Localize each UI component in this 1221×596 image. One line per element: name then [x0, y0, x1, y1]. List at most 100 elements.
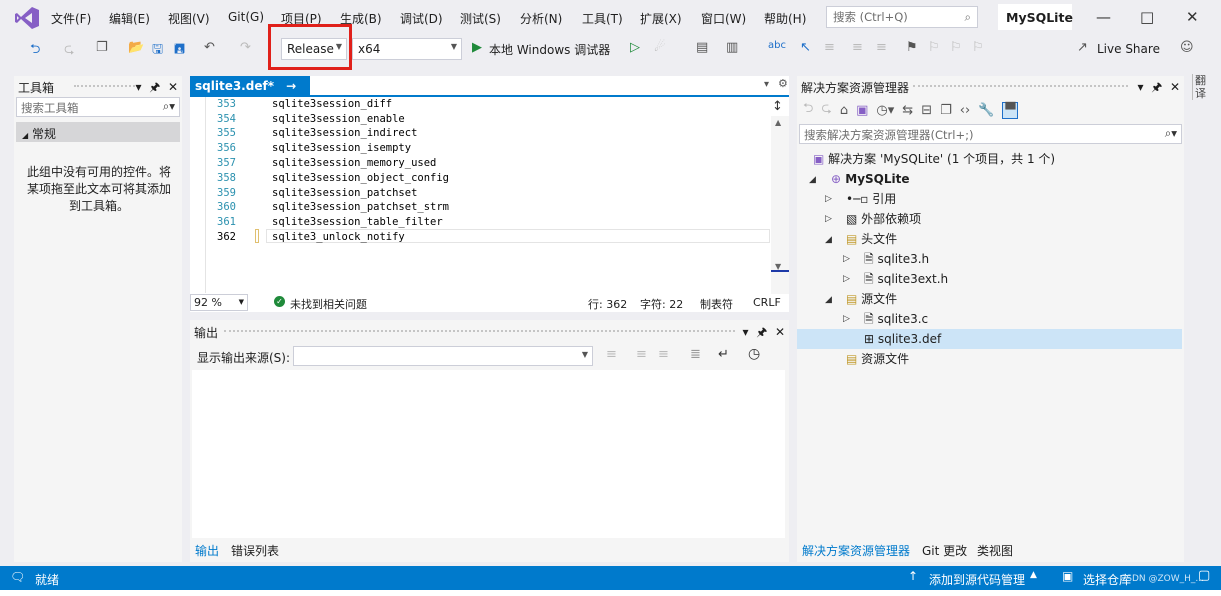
- tree-item-header-files[interactable]: ▤ 头文件: [846, 229, 897, 249]
- menu-debug[interactable]: 调试(D): [400, 10, 443, 27]
- minimize-icon[interactable]: —: [1096, 8, 1111, 26]
- collapsed-icon[interactable]: ▷: [843, 254, 850, 264]
- sync-icon[interactable]: ⇆: [902, 103, 913, 118]
- menu-help[interactable]: 帮助(H): [764, 10, 806, 27]
- chevron-down-icon[interactable]: ▾: [136, 80, 142, 94]
- notifications-bell-icon[interactable]: ▢: [1198, 568, 1210, 583]
- tree-item-sqlite3-c[interactable]: 🗎 sqlite3.c: [864, 309, 928, 329]
- open-folder-icon[interactable]: 📂: [128, 40, 144, 55]
- code-line[interactable]: sqlite3session_memory_used: [272, 156, 436, 171]
- expanded-icon[interactable]: ◢: [809, 175, 816, 185]
- vertical-scrollbar[interactable]: ▲ ▼: [771, 116, 789, 294]
- comment-icon[interactable]: ≡: [852, 40, 863, 55]
- share-icon[interactable]: ↗: [1077, 40, 1088, 55]
- code-line[interactable]: sqlite3session_patchset_strm: [272, 200, 449, 215]
- toolbox-search-input[interactable]: 搜索工具箱 ⌕▾: [16, 97, 180, 117]
- save-all-icon[interactable]: 🖪: [174, 40, 185, 62]
- close-icon[interactable]: ✕: [1186, 8, 1199, 26]
- close-icon[interactable]: ✕: [168, 80, 178, 94]
- hot-reload-icon[interactable]: ☄: [654, 40, 666, 55]
- pin-icon[interactable]: 🖈: [149, 80, 160, 94]
- word-wrap-icon[interactable]: ↵: [718, 347, 729, 362]
- tab-class-view[interactable]: 类视图: [977, 542, 1013, 559]
- tree-item-project[interactable]: ⊕ MySQLite: [831, 169, 910, 189]
- bookmark-icon[interactable]: ⚑: [906, 40, 918, 55]
- solution-config-icon[interactable]: ▤: [696, 40, 708, 55]
- layout-icon[interactable]: ▥: [726, 40, 738, 55]
- translate-tab[interactable]: 翻译: [1192, 74, 1206, 100]
- feedback-icon[interactable]: ☺: [1180, 40, 1194, 55]
- menu-test[interactable]: 测试(S): [460, 10, 501, 27]
- tree-item-sqlite3ext-h[interactable]: 🗎 sqlite3ext.h: [864, 269, 948, 289]
- tab-solution-explorer[interactable]: 解决方案资源管理器: [802, 542, 910, 559]
- start-without-debug-icon[interactable]: ▷: [630, 40, 640, 55]
- code-line[interactable]: sqlite3session_table_filter: [272, 215, 443, 230]
- tab-error-list[interactable]: 错误列表: [231, 542, 279, 559]
- pointer-icon[interactable]: ↖: [800, 40, 811, 55]
- bookmark-clear-icon[interactable]: ⚐: [972, 40, 984, 55]
- split-editor-icon[interactable]: ↕: [772, 99, 783, 114]
- code-line[interactable]: sqlite3_unlock_notify: [272, 230, 405, 245]
- clear-all-icon[interactable]: ≣: [690, 347, 701, 362]
- uncomment-icon[interactable]: ≡: [876, 40, 887, 55]
- platform-select[interactable]: x64 ▼: [352, 38, 462, 60]
- tree-item-source-files[interactable]: ▤ 源文件: [846, 289, 897, 309]
- menu-git[interactable]: Git(G): [228, 10, 264, 24]
- preview-icon[interactable]: ▀: [1002, 101, 1019, 119]
- forward-icon[interactable]: ⮎: [821, 99, 831, 121]
- tree-item-external-deps[interactable]: ▧ 外部依赖项: [846, 209, 921, 229]
- redo-icon[interactable]: ↷: [240, 40, 251, 55]
- pin-icon[interactable]: →: [286, 79, 296, 93]
- expanded-icon[interactable]: ◢: [825, 295, 832, 305]
- find-message-icon[interactable]: ≡: [606, 347, 617, 362]
- collapse-all-icon[interactable]: ⊟: [921, 103, 932, 118]
- scroll-up-icon[interactable]: ▲: [775, 118, 781, 127]
- code-view-icon[interactable]: ‹›: [960, 103, 970, 118]
- chevron-down-icon[interactable]: ▾: [764, 79, 769, 90]
- solution-search-input[interactable]: 搜索解决方案资源管理器(Ctrl+;) ⌕▾: [799, 124, 1182, 144]
- code-line[interactable]: sqlite3session_isempty: [272, 141, 411, 156]
- tree-item-sqlite3-def[interactable]: ⊞ sqlite3.def: [864, 329, 941, 349]
- eol-indicator[interactable]: CRLF: [753, 296, 781, 309]
- back-icon[interactable]: ⮌: [30, 40, 40, 62]
- tab-sqlite3-def[interactable]: sqlite3.def* → ✕: [190, 76, 310, 107]
- menu-file[interactable]: 文件(F): [51, 10, 91, 27]
- notification-icon[interactable]: 🗨: [10, 570, 25, 584]
- menu-window[interactable]: 窗口(W): [701, 10, 746, 27]
- prev-message-icon[interactable]: ≡: [636, 347, 647, 362]
- start-debug-icon[interactable]: ▶: [472, 40, 482, 55]
- tree-item-resource-files[interactable]: ▤ 资源文件: [846, 349, 909, 369]
- code-line[interactable]: sqlite3session_enable: [272, 112, 405, 127]
- maximize-icon[interactable]: □: [1140, 8, 1154, 26]
- bookmark-prev-icon[interactable]: ⚐: [928, 40, 940, 55]
- undo-icon[interactable]: ↶: [204, 40, 215, 55]
- add-source-control-button[interactable]: 添加到源代码管理: [929, 571, 1025, 588]
- tab-output[interactable]: 输出: [195, 542, 219, 559]
- pending-changes-icon[interactable]: ◷▾: [876, 103, 894, 118]
- next-message-icon[interactable]: ≡: [658, 347, 669, 362]
- collapsed-icon[interactable]: ▷: [825, 214, 832, 224]
- code-line[interactable]: sqlite3session_indirect: [272, 126, 417, 141]
- clock-icon[interactable]: ◷: [748, 346, 760, 362]
- settings-icon[interactable]: ⚙: [778, 77, 788, 90]
- collapsed-icon[interactable]: ▷: [825, 194, 832, 204]
- run-debugger-button[interactable]: 本地 Windows 调试器: [489, 41, 610, 58]
- menu-extensions[interactable]: 扩展(X): [640, 10, 682, 27]
- spellcheck-icon[interactable]: abc: [768, 40, 786, 51]
- code-line[interactable]: sqlite3session_diff: [272, 97, 392, 112]
- show-all-files-icon[interactable]: ❐: [940, 103, 952, 118]
- char-indicator[interactable]: 字符: 22: [640, 296, 683, 312]
- chevron-down-icon[interactable]: ▾: [743, 325, 749, 339]
- close-icon[interactable]: ✕: [1170, 80, 1180, 94]
- code-line[interactable]: sqlite3session_patchset: [272, 186, 417, 201]
- menu-edit[interactable]: 编辑(E): [109, 10, 150, 27]
- toolbox-group-general[interactable]: ◢ 常规: [16, 122, 180, 142]
- tab-git-changes[interactable]: Git 更改: [922, 542, 967, 559]
- live-share-button[interactable]: Live Share: [1097, 42, 1160, 56]
- zoom-select[interactable]: 92 % ▼: [190, 294, 248, 311]
- line-indicator[interactable]: 行: 362: [588, 296, 627, 312]
- issues-status[interactable]: 未找到相关问题: [290, 296, 367, 312]
- collapsed-icon[interactable]: ▷: [843, 314, 850, 324]
- bookmark-next-icon[interactable]: ⚐: [950, 40, 962, 55]
- output-text-area[interactable]: [192, 370, 785, 538]
